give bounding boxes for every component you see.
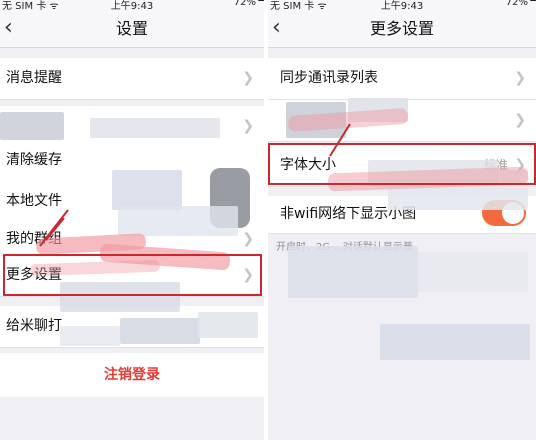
highlight-more-settings bbox=[3, 254, 262, 296]
annotation-arrow bbox=[39, 209, 69, 247]
more-settings-screen: 无 SIM 卡 ᯤ 上午9:43 72% ‹ 更多设置 同步通讯录列表 ❯ ❯ … bbox=[268, 0, 536, 440]
settings-screen: 无 SIM 卡 ᯤ 上午9:43 72% ‹ 设置 消息提醒 ❯ ❯ 清除缓存 … bbox=[0, 0, 264, 440]
highlight-font-size bbox=[268, 143, 536, 185]
annotation-arrow bbox=[329, 123, 351, 157]
